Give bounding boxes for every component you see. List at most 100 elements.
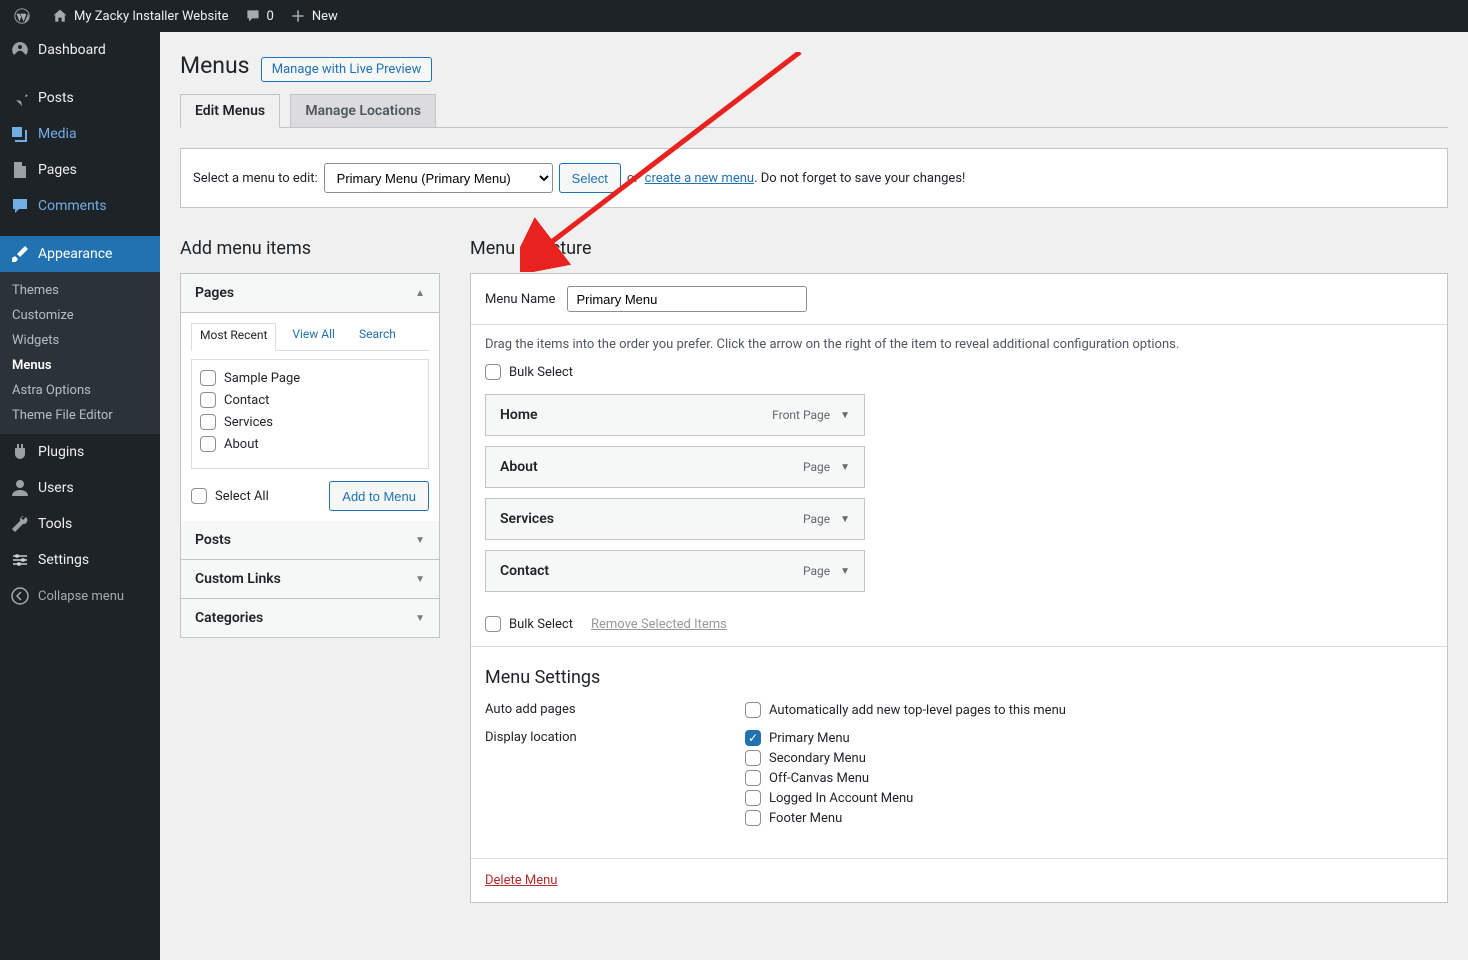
sub-widgets[interactable]: Widgets xyxy=(0,328,160,353)
location-primary[interactable]: Primary Menu xyxy=(745,730,913,746)
sub-themes[interactable]: Themes xyxy=(0,278,160,303)
create-new-menu-link[interactable]: create a new menu xyxy=(645,171,754,186)
menu-item-home[interactable]: Home Front Page▼ xyxy=(485,394,865,436)
accordion-posts-header[interactable]: Posts ▼ xyxy=(181,521,439,560)
sub-menus[interactable]: Menus xyxy=(0,353,160,378)
add-to-menu-button[interactable]: Add to Menu xyxy=(329,481,429,511)
sidebar-item-pages[interactable]: Pages xyxy=(0,152,160,188)
sub-customize[interactable]: Customize xyxy=(0,303,160,328)
menu-item-about[interactable]: About Page▼ xyxy=(485,446,865,488)
wp-logo[interactable] xyxy=(6,0,44,32)
settings-icon xyxy=(10,550,30,570)
menu-structure-column: Menu structure Menu Name Drag the items … xyxy=(470,238,1448,903)
sidebar-item-tools[interactable]: Tools xyxy=(0,506,160,542)
menu-item-services[interactable]: Services Page▼ xyxy=(485,498,865,540)
menu-item-type: Page xyxy=(803,564,830,578)
checkbox[interactable] xyxy=(745,790,761,806)
new-content-link[interactable]: New xyxy=(282,0,346,32)
menu-edit-box: Menu Name Drag the items into the order … xyxy=(470,273,1448,903)
bulk-select-label[interactable]: Bulk Select xyxy=(509,617,573,632)
sub-astra[interactable]: Astra Options xyxy=(0,378,160,403)
collapse-label: Collapse menu xyxy=(38,589,124,604)
auto-add-checkbox-label[interactable]: Automatically add new top-level pages to… xyxy=(745,702,1066,718)
sidebar-label-dashboard: Dashboard xyxy=(38,42,106,58)
page-checkbox-services[interactable]: Services xyxy=(200,414,420,430)
site-title: My Zacky Installer Website xyxy=(74,9,229,24)
select-trailing-text: . Do not forget to save your changes! xyxy=(754,171,965,186)
chevron-down-icon[interactable]: ▼ xyxy=(840,514,850,525)
sub-theme-editor[interactable]: Theme File Editor xyxy=(0,403,160,428)
bulk-select-checkbox[interactable] xyxy=(485,616,501,632)
menu-settings: Menu Settings Auto add pages Automatical… xyxy=(471,646,1447,858)
remove-selected-link[interactable]: Remove Selected Items xyxy=(591,617,727,632)
manage-live-preview-button[interactable]: Manage with Live Preview xyxy=(261,57,433,82)
page-icon xyxy=(10,160,30,180)
select-menu-label: Select a menu to edit: xyxy=(193,171,318,186)
page-checkbox-contact[interactable]: Contact xyxy=(200,392,420,408)
accordion-pages-header[interactable]: Pages ▲ xyxy=(181,274,439,313)
dashboard-icon xyxy=(10,40,30,60)
checkbox[interactable] xyxy=(200,392,216,408)
chevron-down-icon[interactable]: ▼ xyxy=(840,462,850,473)
checkbox[interactable] xyxy=(191,488,207,504)
menu-item-type: Page xyxy=(803,460,830,474)
menu-item-contact[interactable]: Contact Page▼ xyxy=(485,550,865,592)
accordion-pages-body: Most Recent View All Search Sample Page … xyxy=(181,313,439,521)
checkbox[interactable] xyxy=(745,810,761,826)
tab-manage-locations[interactable]: Manage Locations xyxy=(290,94,436,127)
tab-edit-menus[interactable]: Edit Menus xyxy=(180,94,280,128)
location-footer[interactable]: Footer Menu xyxy=(745,810,913,826)
tab-most-recent[interactable]: Most Recent xyxy=(191,323,276,351)
pages-list: Sample Page Contact Services About xyxy=(191,359,429,469)
sidebar-item-posts[interactable]: Posts xyxy=(0,80,160,116)
menu-structure-heading: Menu structure xyxy=(470,238,1448,259)
location-secondary[interactable]: Secondary Menu xyxy=(745,750,913,766)
checkbox[interactable] xyxy=(200,436,216,452)
sidebar-item-users[interactable]: Users xyxy=(0,470,160,506)
sidebar-label-media: Media xyxy=(38,126,77,142)
chevron-down-icon[interactable]: ▼ xyxy=(840,410,850,421)
menu-item-title: Services xyxy=(500,511,554,527)
plus-icon xyxy=(290,8,306,24)
sidebar-item-comments[interactable]: Comments xyxy=(0,188,160,224)
collapse-menu-button[interactable]: Collapse menu xyxy=(0,578,160,614)
site-name-link[interactable]: My Zacky Installer Website xyxy=(44,0,237,32)
sidebar-item-settings[interactable]: Settings xyxy=(0,542,160,578)
checkbox[interactable] xyxy=(745,730,761,746)
new-label: New xyxy=(312,9,338,24)
select-button[interactable]: Select xyxy=(559,163,621,193)
sidebar-item-media[interactable]: Media xyxy=(0,116,160,152)
page-checkbox-sample[interactable]: Sample Page xyxy=(200,370,420,386)
sidebar-item-plugins[interactable]: Plugins xyxy=(0,434,160,470)
location-loggedin[interactable]: Logged In Account Menu xyxy=(745,790,913,806)
sidebar-item-dashboard[interactable]: Dashboard xyxy=(0,32,160,68)
accordion-categories-header[interactable]: Categories ▼ xyxy=(181,599,439,637)
location-offcanvas[interactable]: Off-Canvas Menu xyxy=(745,770,913,786)
accordion-footer: Select All Add to Menu xyxy=(191,481,429,511)
select-all-checkbox[interactable]: Select All xyxy=(191,488,269,504)
bulk-select-checkbox[interactable] xyxy=(485,364,501,380)
checkbox[interactable] xyxy=(745,702,761,718)
bulk-select-label[interactable]: Bulk Select xyxy=(509,365,573,380)
delete-menu-link[interactable]: Delete Menu xyxy=(485,873,557,888)
accordion-categories-label: Categories xyxy=(195,610,263,626)
sidebar-item-appearance[interactable]: Appearance xyxy=(0,236,160,272)
menu-selector[interactable]: Primary Menu (Primary Menu) xyxy=(324,163,553,193)
accordion-links-header[interactable]: Custom Links ▼ xyxy=(181,560,439,599)
checkbox[interactable] xyxy=(745,750,761,766)
chevron-down-icon[interactable]: ▼ xyxy=(840,566,850,577)
admin-bar: My Zacky Installer Website 0 New xyxy=(0,0,1468,32)
brush-icon xyxy=(10,244,30,264)
tab-view-all[interactable]: View All xyxy=(284,323,343,350)
menu-name-input[interactable] xyxy=(567,286,807,312)
page-title: Menus xyxy=(180,52,250,79)
menu-item-title: Home xyxy=(500,407,538,423)
checkbox[interactable] xyxy=(200,414,216,430)
tab-search[interactable]: Search xyxy=(351,323,404,350)
checkbox[interactable] xyxy=(745,770,761,786)
menu-name-row: Menu Name xyxy=(471,274,1447,325)
checkbox[interactable] xyxy=(200,370,216,386)
page-checkbox-about[interactable]: About xyxy=(200,436,420,452)
comments-link[interactable]: 0 xyxy=(237,0,282,32)
menu-settings-heading: Menu Settings xyxy=(485,667,1433,688)
